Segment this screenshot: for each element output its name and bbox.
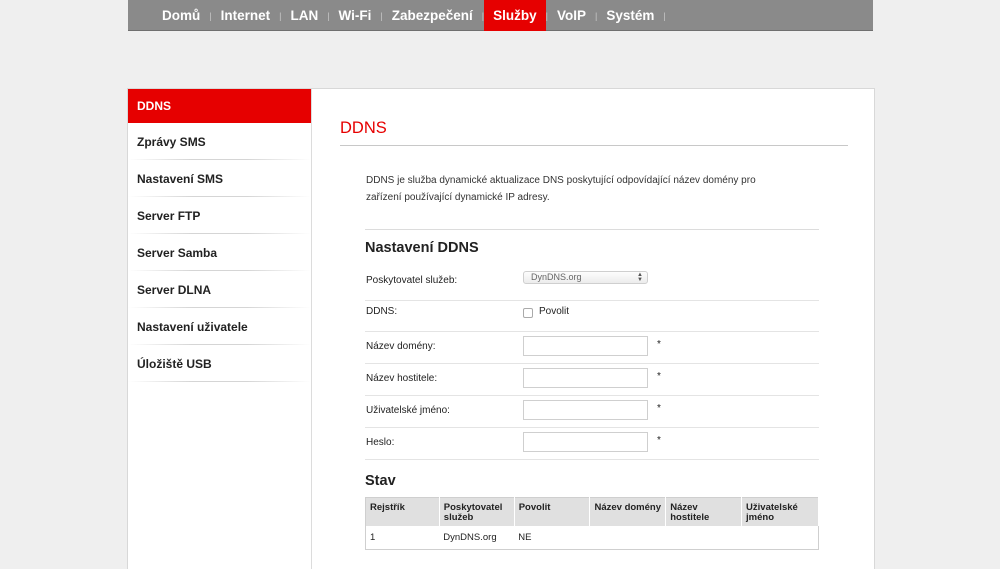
nav-item-4[interactable]: Zabezpečení [383, 0, 482, 31]
page-description: DDNS je služba dynamické aktualizace DNS… [366, 175, 756, 203]
nav-item-0[interactable]: Domů [153, 0, 209, 31]
sidebar-item-5[interactable]: Server DLNA [128, 271, 311, 308]
hostname-input[interactable] [523, 368, 648, 388]
table-cell [590, 526, 666, 550]
password-label: Heslo: [366, 437, 395, 448]
nav-item-7[interactable]: Systém [597, 0, 663, 31]
password-row: Heslo: * [365, 428, 819, 460]
column-header: Poskytovatel služeb [439, 497, 515, 526]
table-cell [742, 526, 819, 550]
sidebar-item-6[interactable]: Nastavení uživatele [128, 308, 311, 345]
status-table-header: Rejstřík Poskytovatel služeb Povolit Název … [365, 497, 819, 526]
column-header: Název hostitele [665, 497, 743, 526]
sidebar-item-0[interactable]: DDNS [128, 89, 311, 123]
top-navigation: Domů | Internet | LAN | Wi-Fi | Zabezpečení | Služ… [128, 0, 873, 31]
sidebar-item-7[interactable]: Úložiště USB [128, 345, 311, 382]
provider-select[interactable]: DynDNS.org ▲ ▼ [523, 271, 648, 284]
section-divider [365, 229, 819, 230]
sidebar-item-2[interactable]: Nastavení SMS [128, 160, 311, 197]
username-label: Uživatelské jméno: [366, 405, 450, 416]
select-arrows-icon: ▲ ▼ [637, 272, 643, 283]
nav-item-3[interactable]: Wi-Fi [330, 0, 381, 31]
ddns-label: DDNS: [366, 306, 398, 317]
required-mark: * [657, 371, 661, 382]
table-cell [666, 526, 742, 550]
sidebar: DDNS Zprávy SMS Nastavení SMS Server FTP Ser… [128, 89, 312, 569]
domain-label: Název domény: [366, 341, 436, 352]
ddns-enable-label[interactable]: Povolit [539, 306, 569, 317]
table-cell: DynDNS.org [443, 531, 497, 543]
status-table-body: 1 DynDNS.org NE [366, 526, 819, 550]
domain-input[interactable] [523, 336, 648, 356]
username-row: Uživatelské jméno: * [365, 396, 819, 428]
nav-menu: Domů | Internet | LAN | Wi-Fi | Zabezpečení | Služ… [153, 0, 666, 31]
settings-section-title: Nastavení DDNS [365, 240, 479, 256]
column-header: Uživatelské jméno [741, 497, 819, 526]
column-header: Název domény [589, 497, 667, 526]
username-input[interactable] [523, 400, 648, 420]
provider-selected-value: DynDNS.org [531, 272, 582, 282]
status-table: Rejstřík Poskytovatel služeb Povolit Název … [365, 497, 819, 550]
table-row: 1 DynDNS.org NE [366, 526, 819, 550]
ddns-enable-checkbox[interactable] [523, 308, 533, 318]
sidebar-item-3[interactable]: Server FTP [128, 197, 311, 234]
title-divider [340, 145, 848, 146]
table-cell: NE [518, 531, 532, 543]
sidebar-item-1[interactable]: Zprávy SMS [128, 123, 311, 160]
table-cell: 1 [370, 531, 376, 543]
nav-item-6[interactable]: VoIP [548, 0, 595, 31]
status-section-title: Stav [365, 473, 396, 489]
nav-item-5[interactable]: Služby [484, 0, 546, 31]
hostname-row: Název hostitele: * [365, 364, 819, 396]
domain-row: Název domény: * [365, 332, 819, 364]
page-title: DDNS [340, 119, 387, 137]
required-mark: * [657, 403, 661, 414]
required-mark: * [657, 435, 661, 446]
column-header: Rejstřík [365, 497, 440, 526]
nav-item-1[interactable]: Internet [212, 0, 280, 31]
nav-item-2[interactable]: LAN [281, 0, 327, 31]
nav-separator: | [663, 10, 666, 21]
column-header: Povolit [514, 497, 591, 526]
password-input[interactable] [523, 432, 648, 452]
main-panel: DDNS Zprávy SMS Nastavení SMS Server FTP Ser… [127, 88, 875, 569]
provider-label: Poskytovatel služeb: [366, 275, 458, 286]
required-mark: * [657, 339, 661, 350]
hostname-label: Název hostitele: [366, 373, 438, 384]
sidebar-item-4[interactable]: Server Samba [128, 234, 311, 271]
ddns-enable-row: DDNS: Povolit [365, 294, 819, 332]
